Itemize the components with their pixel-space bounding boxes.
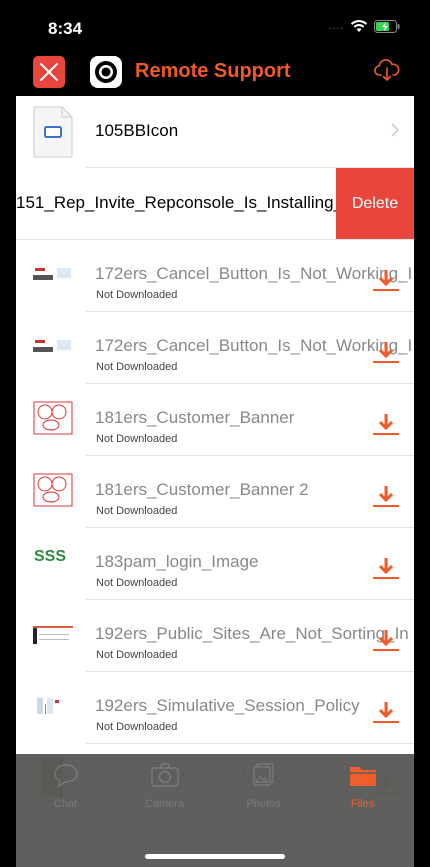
app-screen: 8:34 .... Remote Support 105BBIcon 151_R… [16,0,414,867]
download-status: Not Downloaded [96,505,178,517]
delete-button[interactable]: Delete [336,168,414,240]
download-arrow-icon[interactable] [372,340,400,364]
file-name: 172ers_Cancel_Button_Is_Not_Working_I [95,264,413,283]
screenshot-thumbnail [33,267,73,281]
screenshot-thumbnail [33,339,73,353]
top-bar: 8:34 .... Remote Support [16,0,414,96]
app-title: Remote Support [135,60,291,82]
tab-camera[interactable]: Camera [115,754,214,824]
tab-chat[interactable]: Chat [16,754,115,824]
tab-photos[interactable]: Photos [214,754,313,824]
target-logo-icon [95,61,117,83]
screenshot-thumbnail [33,626,73,644]
file-name: 105BBIcon [95,121,179,140]
banner-sketch-thumbnail [33,473,73,507]
download-arrow-icon[interactable] [372,268,400,292]
file-row[interactable]: 181ers_Customer_Banner 2 Not Downloaded [16,456,414,528]
folder-icon [349,767,376,786]
file-name: 192ers_Public_Sites_Are_Not_Sorting_In [95,624,409,643]
tab-label: Camera [144,798,185,810]
photos-icon [252,763,274,786]
chat-bubble-icon [53,764,78,789]
file-row[interactable]: SSS 183pam_login_Image Not Downloaded [16,528,414,600]
download-arrow-icon[interactable] [372,628,400,652]
download-arrow-icon[interactable] [372,700,400,724]
file-row[interactable]: 172ers_Cancel_Button_Is_Not_Working_I No… [16,240,414,312]
download-arrow-icon[interactable] [372,412,400,436]
download-status: Not Downloaded [96,433,178,445]
battery-charging-icon [374,20,400,33]
download-status: Not Downloaded [96,289,178,301]
close-icon [40,63,58,81]
file-name: 151_Rep_Invite_Repconsole_Is_Installing_ [16,193,344,212]
file-list: 105BBIcon 151_Rep_Invite_Repconsole_Is_I… [16,96,414,816]
file-name: 172ers_Cancel_Button_Is_Not_Working_I [95,336,413,355]
tab-label: Files [350,798,375,810]
file-name: 181ers_Customer_Banner 2 [95,480,309,499]
home-indicator[interactable] [145,854,285,859]
signal-dots: .... [328,21,344,32]
camera-icon [150,763,179,787]
status-indicators: .... [329,20,400,33]
chevron-right-icon [391,123,400,137]
file-row-swiped[interactable]: 151_Rep_Invite_Repconsole_Is_Installing_… [16,168,414,240]
file-name: 183pam_login_Image [95,552,259,571]
wifi-icon [350,20,368,32]
tab-files[interactable]: Files [313,754,412,824]
download-status: Not Downloaded [96,361,178,373]
file-name: 181ers_Customer_Banner [95,408,295,427]
file-row[interactable]: 192ers_Simulative_Session_Policy Not Dow… [16,672,414,744]
file-row[interactable]: 105BBIcon [16,96,414,168]
download-arrow-icon[interactable] [372,556,400,580]
tab-label: Chat [53,798,78,810]
file-row[interactable]: 172ers_Cancel_Button_Is_Not_Working_I No… [16,312,414,384]
download-status: Not Downloaded [96,649,178,661]
download-status: Not Downloaded [96,577,178,589]
tab-bar: Chat Camera Photos Files [16,754,414,867]
banner-sketch-thumbnail [33,401,73,435]
status-time: 8:34 [48,19,83,38]
screenshot-thumbnail [37,698,59,714]
document-icon [33,106,73,158]
login-image-thumbnail: SSS [34,548,67,565]
close-button[interactable] [33,56,65,88]
download-arrow-icon[interactable] [372,484,400,508]
cloud-download-icon[interactable] [374,58,400,82]
file-row[interactable]: 192ers_Public_Sites_Are_Not_Sorting_In N… [16,600,414,672]
download-status: Not Downloaded [96,721,178,733]
file-name: 192ers_Simulative_Session_Policy [95,696,360,715]
tab-label: Photos [246,798,281,810]
app-logo [90,56,122,88]
file-row[interactable]: 181ers_Customer_Banner Not Downloaded [16,384,414,456]
